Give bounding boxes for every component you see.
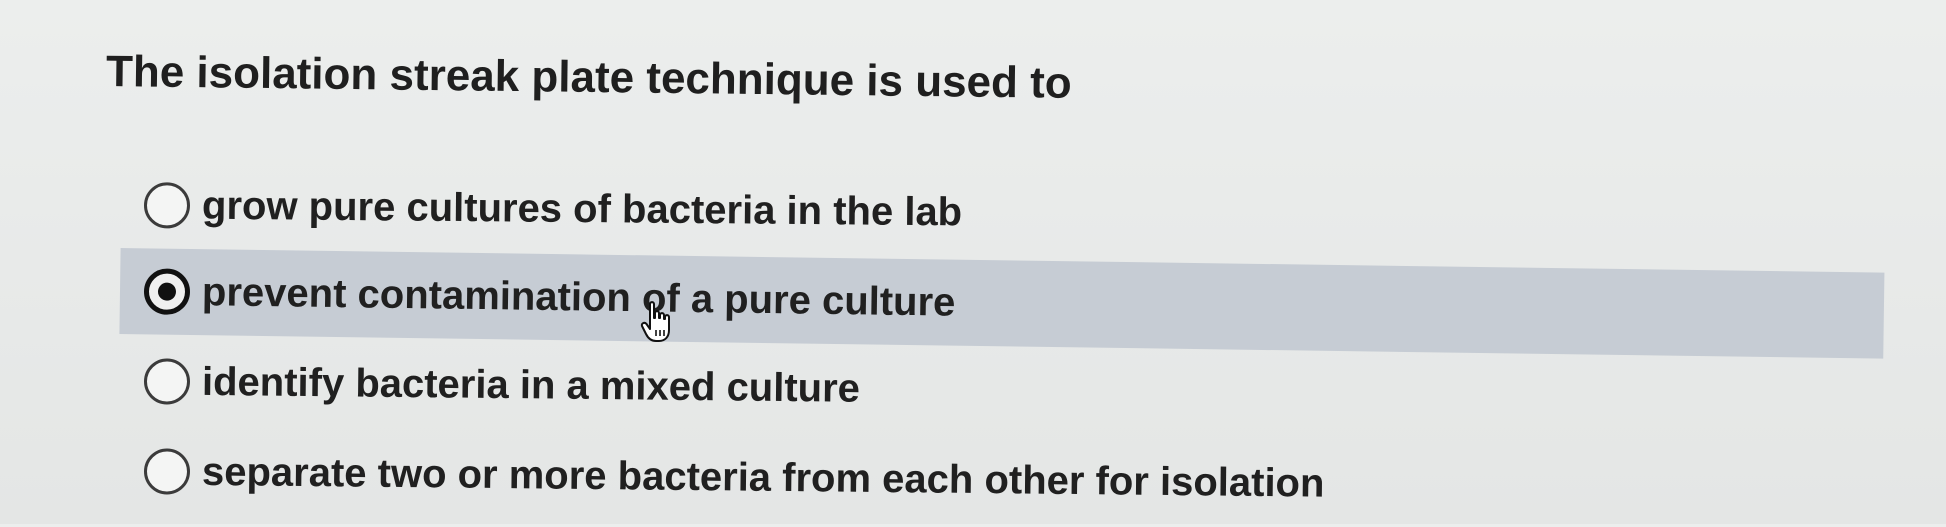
radio-dot-icon [157,282,177,301]
option-grow-pure-cultures[interactable]: grow pure cultures of bacteria in the la… [120,162,963,255]
option-label[interactable]: prevent contamination of a pure culture [202,270,956,325]
radio-button-selected[interactable] [143,268,191,315]
option-label[interactable]: identify bacteria in a mixed culture [202,360,860,411]
radio-button[interactable] [143,358,191,405]
option-separate-bacteria[interactable]: separate two or more bacteria from each … [120,428,1325,527]
question-text: The isolation streak plate technique is … [105,47,1072,108]
radio-button[interactable] [143,182,191,229]
option-identify-bacteria[interactable]: identify bacteria in a mixed culture [120,338,861,432]
radio-button[interactable] [143,448,191,495]
hand-pointer-icon [640,301,670,342]
question-block: The isolation streak plate technique is … [100,36,1900,506]
option-label[interactable]: grow pure cultures of bacteria in the la… [202,184,962,235]
option-label[interactable]: separate two or more bacteria from each … [202,450,1325,506]
